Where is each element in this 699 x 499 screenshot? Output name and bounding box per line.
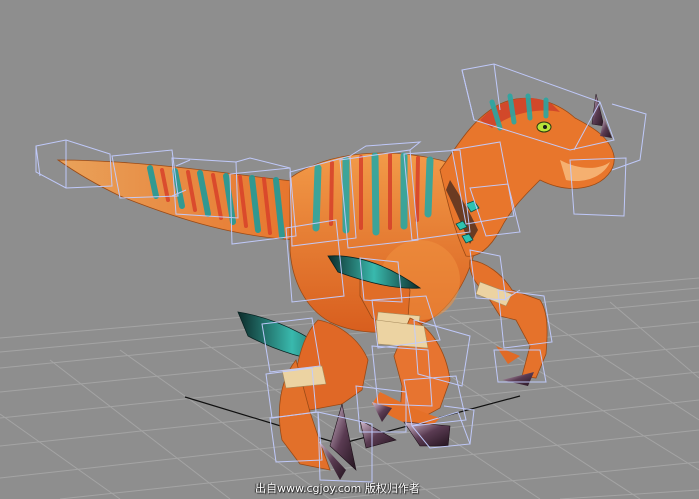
tail [56,159,301,241]
front-arm [469,259,548,386]
neck-head [439,93,615,257]
watermark-text: 出自www.cgjoy.com 版权归作者 [255,482,420,495]
legs [278,317,451,471]
3d-viewport[interactable]: 出自www.cgjoy.com 版权归作者 [0,0,699,499]
viewport-scene [0,63,699,499]
